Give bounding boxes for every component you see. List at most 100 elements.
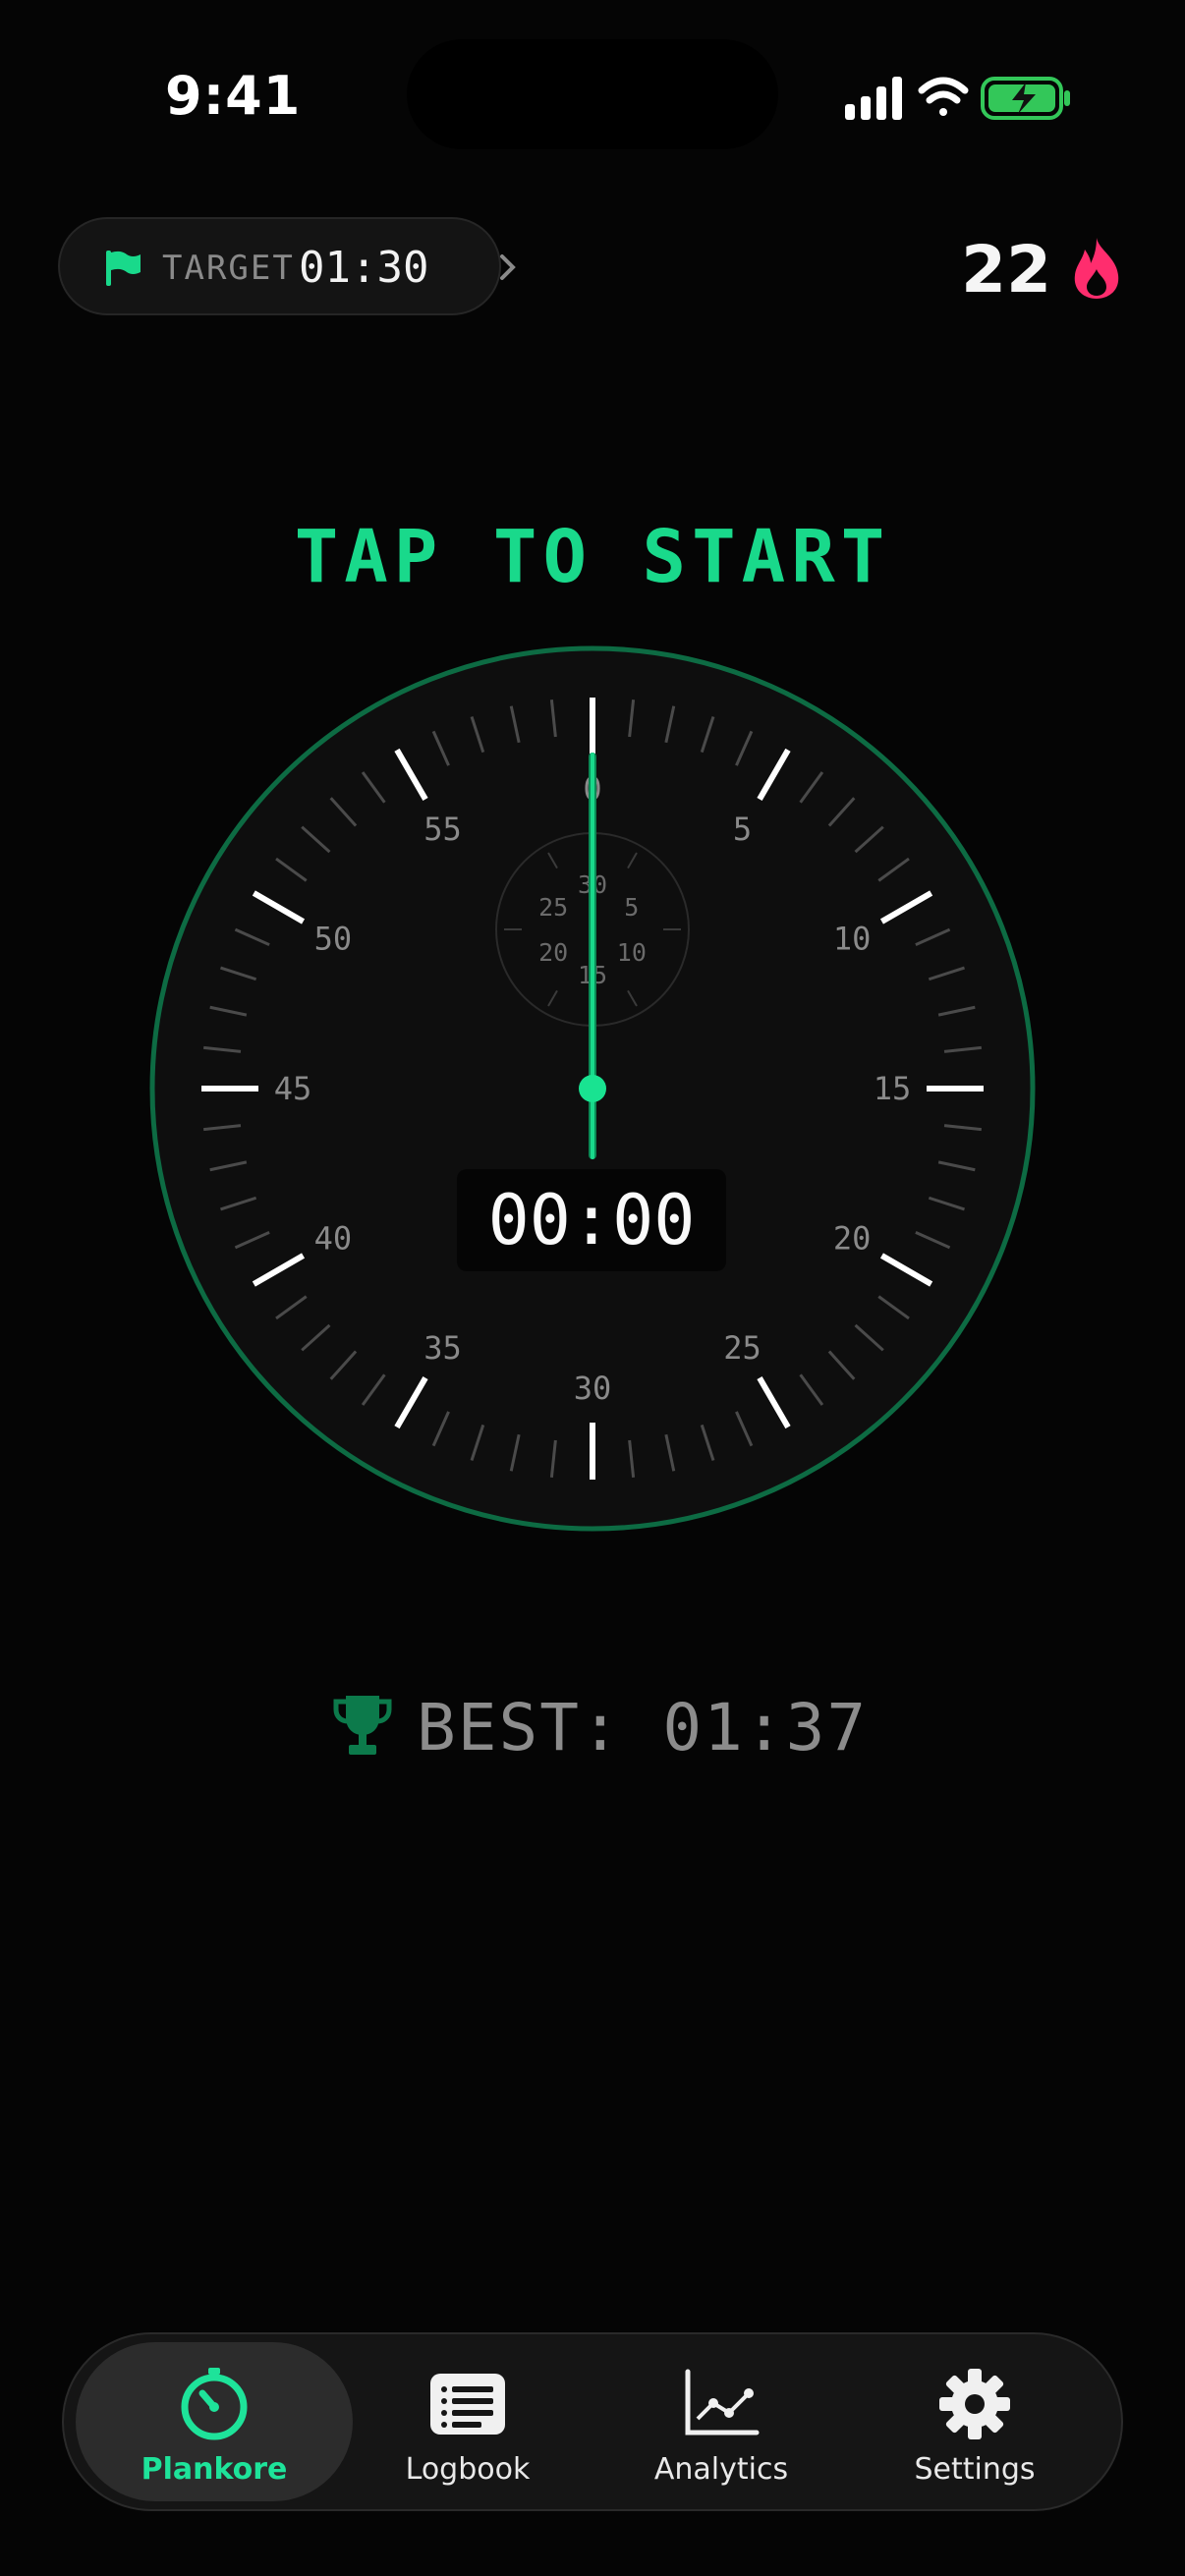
dial-label: 5: [733, 811, 752, 848]
gear-icon: [939, 2369, 1010, 2439]
minor-tick: [827, 1350, 856, 1380]
tab-plankore[interactable]: Plankore: [76, 2342, 353, 2501]
sub-tick: [627, 989, 638, 1007]
minor-tick: [915, 1231, 951, 1250]
minor-tick: [799, 771, 824, 804]
streak-count: 22: [961, 232, 1051, 308]
minor-tick: [329, 1350, 358, 1380]
minor-tick: [854, 825, 884, 854]
dial-ticks: [201, 698, 984, 1480]
dial-major-labels: 0 5 10 15 20 25 30 35 40 45 50 55: [274, 770, 912, 1407]
minor-tick: [209, 1005, 248, 1017]
dial-label: 20: [833, 1220, 872, 1258]
tab-label: Analytics: [653, 2452, 789, 2487]
minor-tick: [301, 825, 331, 854]
hand-pivot: [579, 1075, 606, 1102]
major-tick: [252, 1253, 306, 1287]
sub-dial-ticks: [504, 852, 681, 1007]
minor-tick: [234, 1231, 270, 1250]
dial-label: 10: [833, 921, 872, 958]
timer-display: 00:00: [457, 1169, 726, 1271]
dial-label: 15: [874, 1070, 912, 1107]
wifi-icon: [918, 77, 969, 116]
signal-icon: [845, 77, 902, 120]
trophy-icon: [333, 1696, 392, 1755]
minor-tick: [361, 771, 386, 804]
sub-dial-labels: 30 5 10 15 20 25: [538, 870, 647, 989]
minor-tick: [209, 1160, 248, 1172]
sub-dial-label: 5: [624, 893, 639, 922]
sub-tick: [627, 852, 638, 869]
minor-tick: [470, 1424, 485, 1461]
minor-tick: [664, 1433, 676, 1472]
streak-counter[interactable]: 22: [928, 228, 1124, 308]
minor-tick: [915, 927, 951, 946]
dial-label: 25: [723, 1329, 762, 1367]
sub-dial: [495, 832, 690, 1027]
minor-tick: [203, 1124, 242, 1132]
minor-tick: [203, 1045, 242, 1053]
minor-tick: [735, 1411, 754, 1447]
major-tick: [394, 1375, 428, 1429]
tab-label: Settings: [914, 2452, 1036, 2487]
sub-dial-label: 30: [578, 870, 607, 899]
minor-tick: [854, 1323, 884, 1352]
minor-tick: [700, 1424, 715, 1461]
major-tick: [394, 748, 428, 802]
dial-label: 50: [314, 921, 353, 958]
minor-tick: [628, 700, 636, 738]
second-hand: [591, 753, 594, 1159]
tap-to-start-label[interactable]: TAP TO START: [0, 515, 1185, 599]
minor-tick: [877, 857, 910, 882]
tab-analytics[interactable]: Analytics: [583, 2342, 860, 2501]
best-time-text: BEST: 01:37: [417, 1690, 869, 1765]
dynamic-island: [407, 39, 778, 149]
minor-tick: [301, 1323, 331, 1352]
sub-tick: [547, 852, 558, 869]
minor-tick: [735, 730, 754, 766]
dial-label: 55: [423, 811, 462, 848]
sub-dial-label: 10: [617, 938, 647, 967]
gear-tooth: [939, 2397, 955, 2411]
minor-tick: [431, 730, 450, 766]
target-button[interactable]: TARGET 01:30: [58, 217, 516, 315]
dial-label: 40: [314, 1220, 353, 1258]
minor-tick: [937, 1005, 976, 1017]
minor-tick: [700, 716, 715, 754]
minor-tick: [549, 700, 557, 738]
dial-label: 0: [583, 770, 601, 808]
hand-glow: [589, 753, 596, 1159]
tab-settings[interactable]: Settings: [836, 2342, 1113, 2501]
major-tick: [879, 890, 933, 924]
minor-tick: [234, 927, 270, 946]
minor-tick: [928, 1196, 965, 1211]
dial-label: 45: [274, 1070, 312, 1107]
target-value: 01:30: [299, 243, 429, 293]
gear-tooth: [968, 2424, 982, 2439]
dial-face: [149, 645, 1036, 1532]
tab-bar: Plankore Logbook Analytics Settings: [62, 2332, 1123, 2511]
stopwatch-dial[interactable]: 0 5 10 15 20 25 30 35 40 45 50 55 30 5 10 15 20 25: [0, 0, 1185, 2576]
minor-tick: [943, 1124, 982, 1132]
minor-tick: [470, 716, 485, 754]
minor-tick: [329, 797, 358, 827]
major-tick: [757, 1375, 791, 1429]
battery-icon: [981, 77, 1070, 120]
status-time: 9:41: [165, 65, 302, 127]
minor-tick: [509, 1433, 521, 1472]
minor-tick: [220, 966, 257, 981]
major-tick: [757, 748, 791, 802]
list-icon: [430, 2374, 505, 2435]
major-tick: [252, 890, 306, 924]
minor-tick: [877, 1295, 910, 1320]
sub-dial-label: 20: [538, 938, 568, 967]
status-icons: [845, 77, 1070, 120]
minor-tick: [943, 1045, 982, 1053]
minor-tick: [799, 1373, 824, 1406]
tab-logbook[interactable]: Logbook: [329, 2342, 606, 2501]
minor-tick: [827, 797, 856, 827]
minor-tick: [928, 966, 965, 981]
stopwatch-icon: [181, 2368, 248, 2440]
minor-tick: [549, 1439, 557, 1478]
minor-tick: [275, 857, 308, 882]
